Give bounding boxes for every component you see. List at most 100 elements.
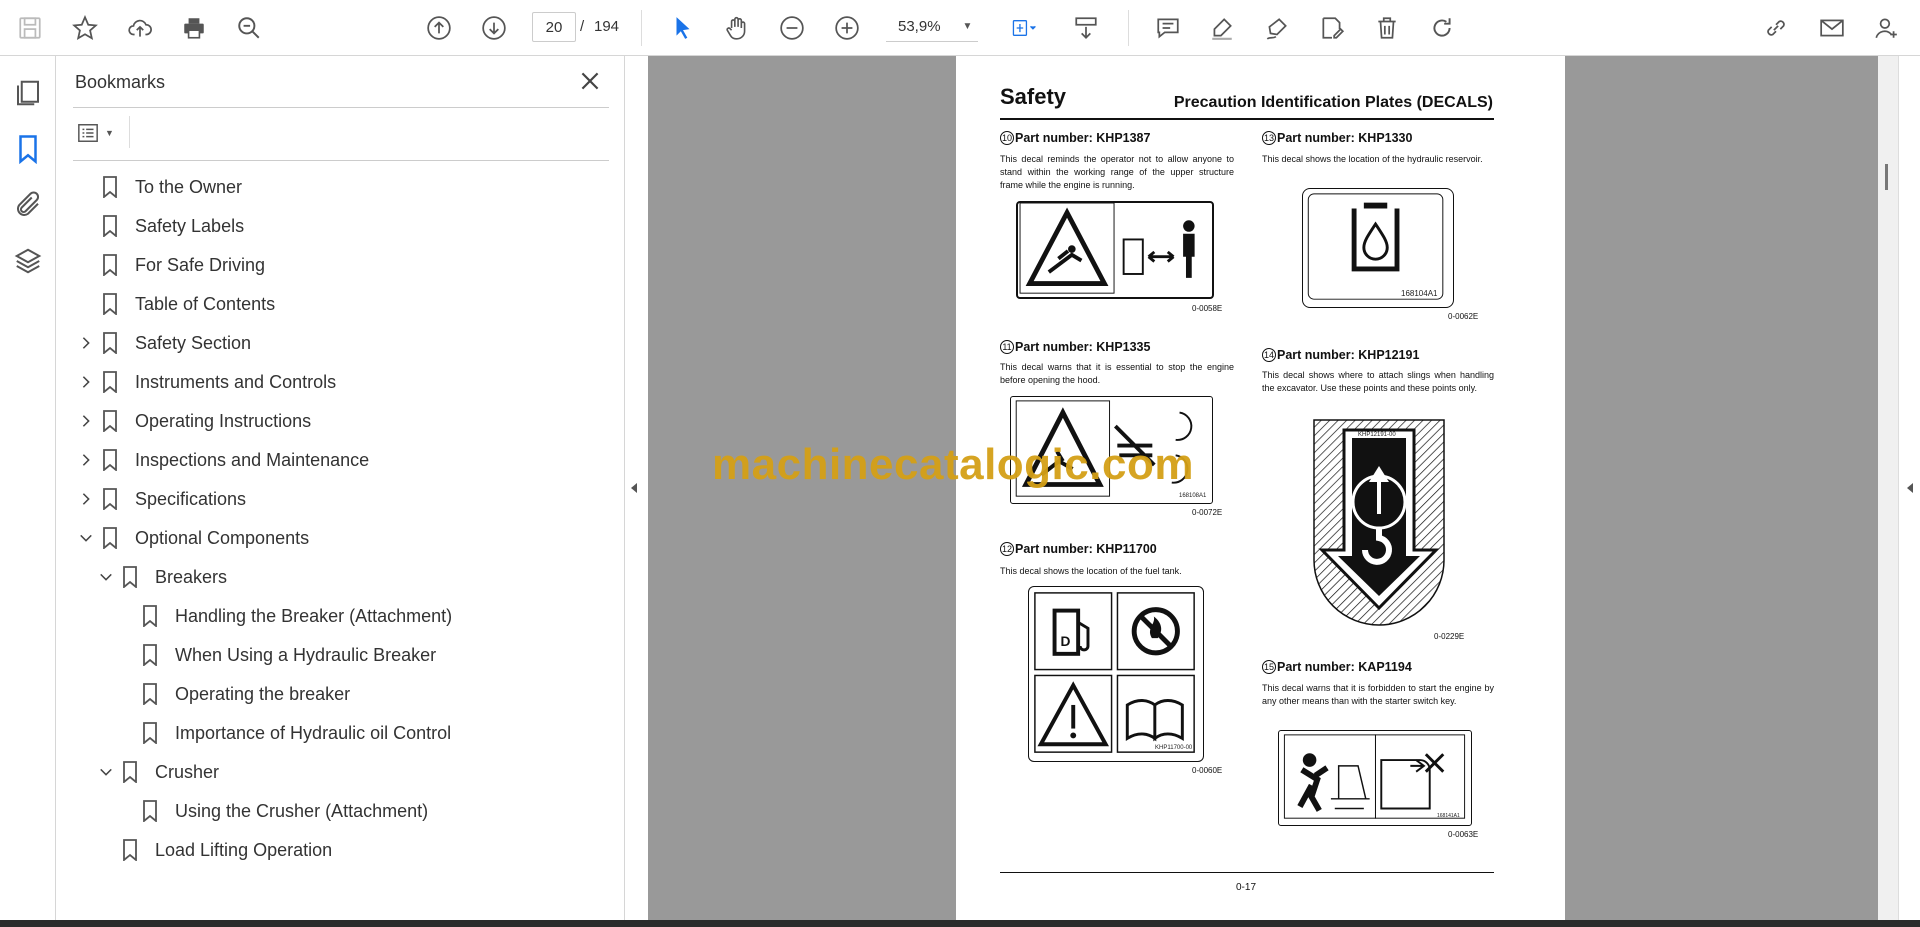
page-number-input[interactable]: 20 bbox=[532, 12, 576, 42]
divider bbox=[129, 116, 130, 148]
chevron-down-icon: ▼ bbox=[105, 128, 114, 138]
bookmark-item[interactable]: For Safe Driving bbox=[77, 251, 265, 279]
zoom-search-icon[interactable] bbox=[231, 10, 267, 46]
rotate-icon[interactable] bbox=[1424, 10, 1460, 46]
bookmark-item[interactable]: Safety Section bbox=[77, 329, 251, 357]
bookmark-icon bbox=[121, 761, 139, 784]
bookmark-item[interactable]: Inspections and Maintenance bbox=[77, 446, 369, 474]
bookmark-item[interactable]: Using the Crusher (Attachment) bbox=[117, 797, 428, 825]
chevron-right-icon[interactable] bbox=[77, 451, 95, 469]
figure-code: 0-0060E bbox=[1192, 766, 1223, 775]
bookmark-icon bbox=[121, 566, 139, 589]
bookmark-item[interactable]: Handling the Breaker (Attachment) bbox=[117, 602, 452, 630]
bookmark-item[interactable]: Safety Labels bbox=[77, 212, 244, 240]
bookmark-item[interactable]: Table of Contents bbox=[77, 290, 275, 318]
pages-icon[interactable] bbox=[13, 78, 43, 108]
zoom-in-icon[interactable] bbox=[829, 10, 865, 46]
bookmark-label: Importance of Hydraulic oil Control bbox=[175, 722, 452, 743]
bookmark-icon bbox=[121, 839, 139, 862]
select-arrow-icon[interactable] bbox=[665, 10, 701, 46]
page-number: 0-17 bbox=[1236, 882, 1257, 893]
bookmark-item[interactable]: Breakers bbox=[97, 563, 227, 591]
decal-part-number: 10 Part number: KHP1387 bbox=[1000, 131, 1151, 145]
collapse-panel-icon[interactable] bbox=[628, 478, 640, 498]
toolbar-divider bbox=[1128, 10, 1129, 46]
zoom-select[interactable]: 53,9% ▼ bbox=[886, 12, 978, 42]
divider bbox=[73, 160, 609, 161]
page-subtitle: Precaution Identification Plates (DECALS… bbox=[1173, 94, 1493, 111]
chevron-down-icon: ▼ bbox=[962, 21, 973, 32]
decal-part-number: 12 Part number: KHP11700 bbox=[1000, 542, 1157, 556]
scroll-mode-icon[interactable] bbox=[1068, 10, 1104, 46]
bookmark-options-button[interactable]: ▼ bbox=[75, 118, 121, 148]
mail-icon[interactable] bbox=[1814, 10, 1850, 46]
bookmark-icon[interactable] bbox=[13, 134, 43, 165]
upload-icon[interactable] bbox=[122, 10, 158, 46]
comment-icon[interactable] bbox=[1150, 10, 1186, 46]
decal-description: This decal shows where to attach slings … bbox=[1262, 370, 1494, 393]
bookmark-item[interactable]: Crusher bbox=[97, 758, 219, 786]
chevron-right-icon[interactable] bbox=[77, 490, 95, 508]
account-icon[interactable] bbox=[1868, 10, 1904, 46]
close-icon[interactable] bbox=[577, 68, 603, 94]
fit-page-icon[interactable] bbox=[1000, 10, 1048, 46]
bookmark-label: Operating the breaker bbox=[175, 683, 351, 704]
edit-pdf-icon[interactable] bbox=[1314, 10, 1350, 46]
page-title: Safety bbox=[1000, 84, 1067, 109]
scrollbar-thumb[interactable] bbox=[1885, 164, 1888, 190]
bookmark-item[interactable]: Specifications bbox=[77, 485, 246, 513]
bookmark-icon bbox=[101, 293, 119, 316]
prev-page-icon[interactable] bbox=[421, 10, 457, 46]
hand-icon[interactable] bbox=[719, 10, 755, 46]
bookmark-icon bbox=[101, 488, 119, 511]
bookmark-item[interactable]: Load Lifting Operation bbox=[97, 836, 332, 864]
bookmark-item[interactable]: Operating the breaker bbox=[117, 680, 350, 708]
right-rail bbox=[1898, 56, 1920, 920]
link-icon[interactable] bbox=[1758, 10, 1794, 46]
zoom-out-icon[interactable] bbox=[774, 10, 810, 46]
delete-icon[interactable] bbox=[1369, 10, 1405, 46]
chevron-right-icon[interactable] bbox=[77, 334, 95, 352]
bookmark-label: Handling the Breaker (Attachment) bbox=[175, 605, 453, 626]
chevron-down-icon[interactable] bbox=[97, 763, 115, 781]
chevron-down-icon[interactable] bbox=[97, 568, 115, 586]
star-icon[interactable] bbox=[67, 10, 103, 46]
chevron-down-icon[interactable] bbox=[77, 529, 95, 547]
decal-description: This decal reminds the operator not to a… bbox=[1000, 154, 1234, 190]
bookmark-item[interactable]: When Using a Hydraulic Breaker bbox=[117, 641, 436, 669]
page-total: 194 bbox=[594, 18, 620, 35]
highlight-icon[interactable] bbox=[1204, 10, 1240, 46]
layers-icon[interactable] bbox=[13, 246, 43, 276]
chevron-right-icon[interactable] bbox=[77, 412, 95, 430]
bookmark-icon bbox=[101, 176, 119, 199]
bookmark-label: Optional Components bbox=[135, 527, 310, 548]
bookmark-icon bbox=[101, 527, 119, 550]
decal-description: This decal shows the location of the hyd… bbox=[1262, 154, 1483, 164]
bookmark-label: Specifications bbox=[135, 488, 247, 509]
plate-code: KHP12191-00 bbox=[1358, 432, 1396, 438]
panel-title: Bookmarks bbox=[75, 72, 166, 92]
plate-code: KHP11700-00 bbox=[1155, 745, 1193, 751]
sign-icon[interactable] bbox=[1259, 10, 1295, 46]
bookmark-item[interactable]: Instruments and Controls bbox=[77, 368, 336, 396]
save-icon[interactable] bbox=[12, 10, 48, 46]
bookmark-item[interactable]: Operating Instructions bbox=[77, 407, 311, 435]
footer-rule bbox=[1000, 872, 1494, 873]
print-icon[interactable] bbox=[176, 10, 212, 46]
bookmark-item[interactable]: To the Owner bbox=[77, 173, 242, 201]
bookmark-item[interactable]: Importance of Hydraulic oil Control bbox=[117, 719, 451, 747]
expand-right-panel-icon[interactable] bbox=[1904, 478, 1916, 498]
bookmark-item[interactable]: Optional Components bbox=[77, 524, 309, 552]
bookmark-icon bbox=[101, 371, 119, 394]
decal-image-khp12191: KHP12191-00 bbox=[1308, 416, 1450, 628]
taskbar-strip bbox=[0, 920, 1920, 927]
chevron-right-icon[interactable] bbox=[77, 373, 95, 391]
attachment-icon[interactable] bbox=[13, 190, 43, 220]
decal-part-number: 14 Part number: KHP12191 bbox=[1262, 348, 1420, 362]
next-page-icon[interactable] bbox=[476, 10, 512, 46]
vertical-scrollbar[interactable] bbox=[1878, 56, 1898, 920]
